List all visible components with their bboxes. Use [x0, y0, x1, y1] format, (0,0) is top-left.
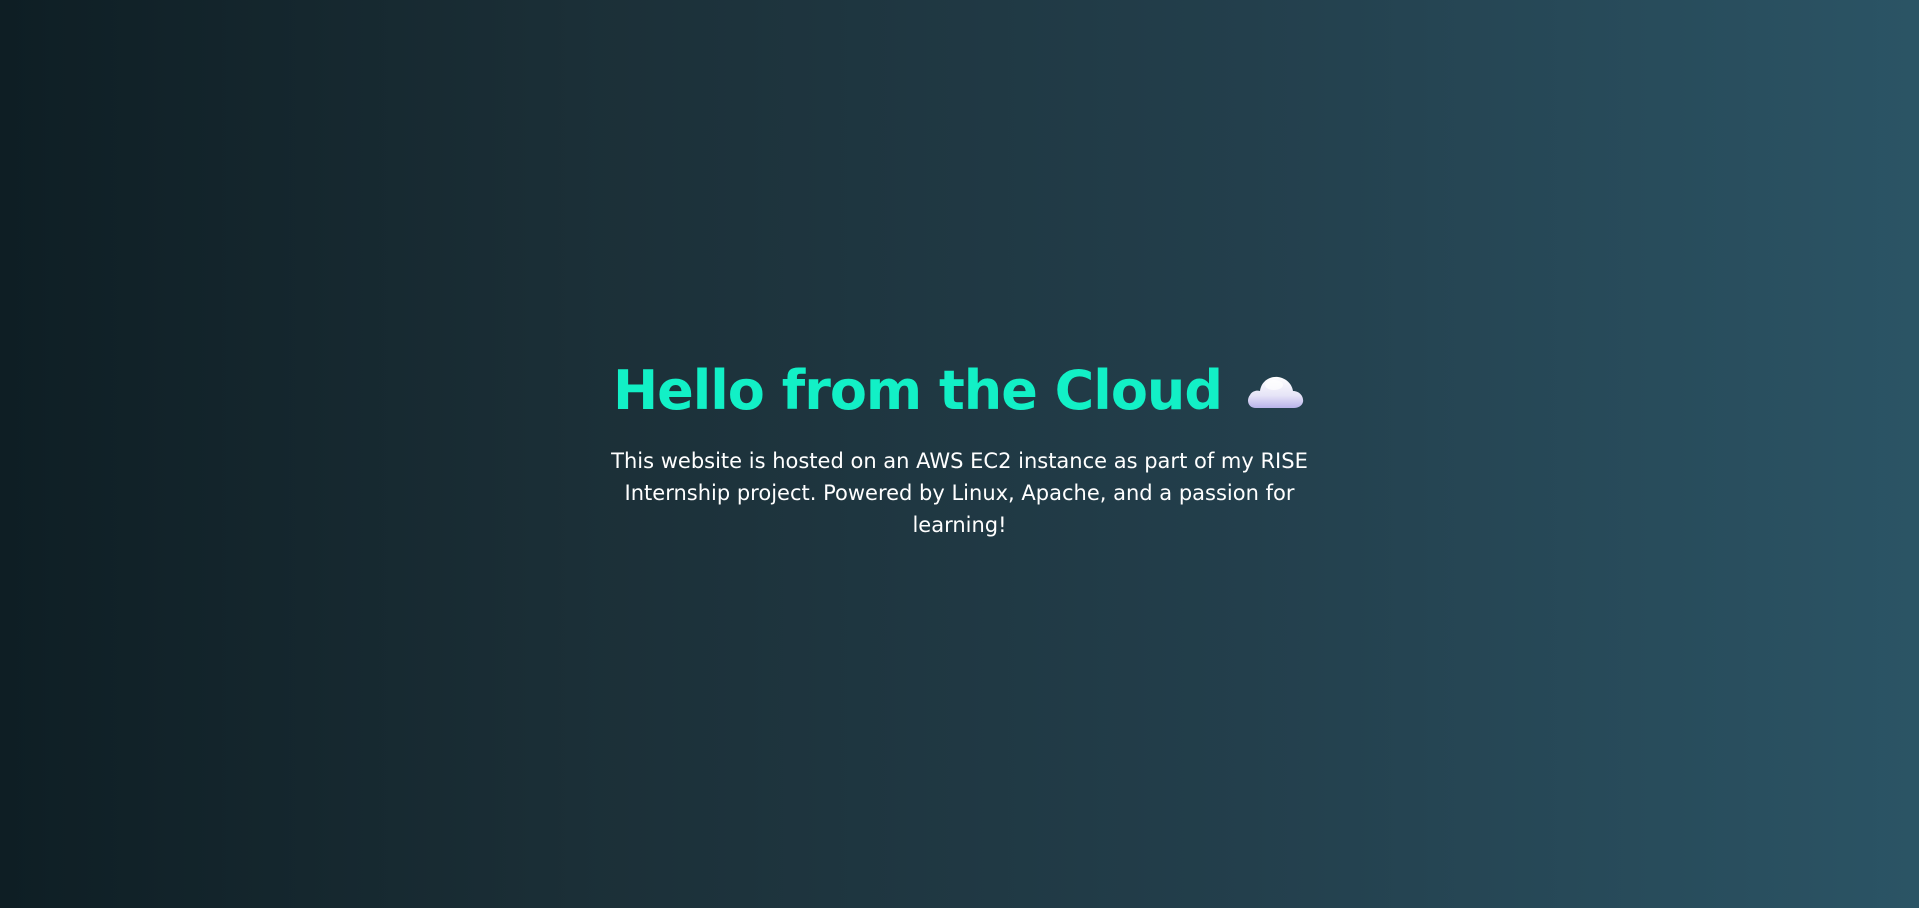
- page-title: Hello from the Cloud: [612, 359, 1223, 423]
- hero-section: Hello from the Cloud This website is hos…: [0, 0, 1919, 908]
- hero-content: Hello from the Cloud This website is hos…: [610, 361, 1310, 540]
- headline-row: Hello from the Cloud: [610, 359, 1310, 423]
- hero-description: This website is hosted on an AWS EC2 ins…: [611, 448, 1308, 537]
- cloud-icon: [1244, 370, 1306, 412]
